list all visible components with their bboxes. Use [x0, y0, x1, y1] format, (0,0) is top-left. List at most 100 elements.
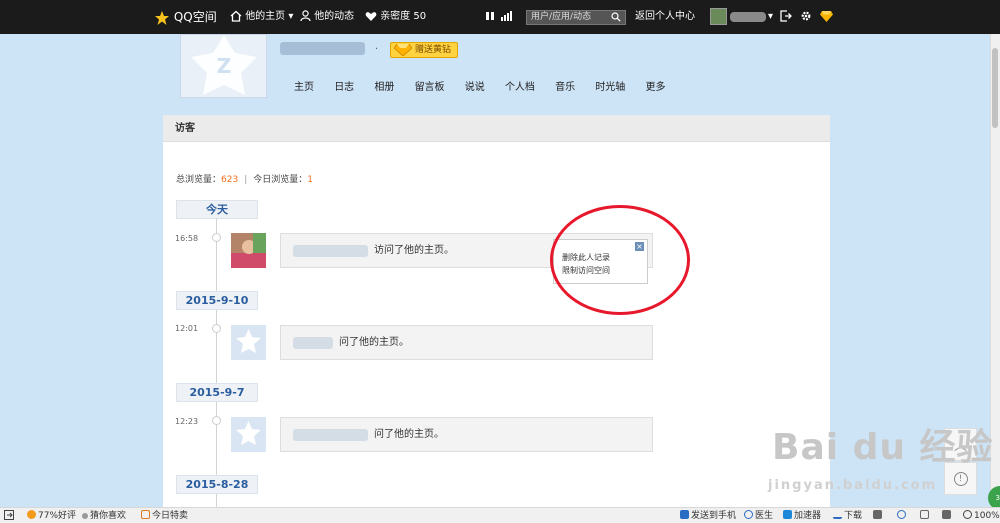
gift-vip-label: 赠送黄钻 — [415, 45, 452, 55]
qzone-logo[interactable]: QQ空间 — [154, 9, 217, 25]
home-link[interactable]: 他的主页 ▾ — [230, 9, 293, 25]
date-tag: 今天 — [176, 200, 258, 219]
top-navigation-bar: QQ空间 他的主页 ▾ 他的动态 亲密度 50 用户/应用/动态 返回个人中心 … — [0, 0, 1000, 34]
download-icon — [833, 510, 842, 519]
visit-record[interactable]: 问了他的主页。 — [280, 417, 653, 452]
diamond-icon — [820, 10, 833, 22]
ie-shape — [897, 510, 906, 519]
settings-button[interactable] — [800, 9, 812, 25]
rating-item[interactable]: 77%好评 — [27, 510, 76, 522]
guess-item[interactable]: 猜你喜欢 — [82, 510, 126, 522]
doctor-icon — [744, 510, 753, 519]
status-exit-icon[interactable] — [4, 510, 14, 523]
zoom-icon — [963, 510, 972, 519]
baidu-watermark: Bai du 经验 — [772, 427, 994, 468]
gift-vip-button[interactable]: 赠送黄钻 — [390, 42, 459, 58]
send-phone-label: 发送到手机 — [691, 511, 737, 521]
zoom-item[interactable]: 100% — [963, 510, 1000, 522]
profile-name-blurred — [280, 42, 365, 55]
dropdown-caret-icon[interactable]: ▾ — [768, 9, 773, 25]
nav-item-home[interactable]: 主页 — [294, 78, 314, 93]
scrollbar-thumb[interactable] — [992, 48, 998, 128]
dot-icon — [82, 513, 88, 519]
date-tag: 2015-9-10 — [176, 291, 258, 310]
profile-avatar[interactable]: Z — [180, 34, 267, 98]
pause-music-button[interactable] — [485, 9, 495, 25]
visitor-name-blurred — [293, 336, 333, 349]
feed-link[interactable]: 他的动态 — [300, 9, 354, 25]
visitor-avatar[interactable] — [231, 325, 266, 360]
visitor-avatar[interactable] — [231, 417, 266, 452]
nav-item-more[interactable]: 更多 — [646, 78, 666, 93]
visit-record[interactable]: 问了他的主页。 — [280, 325, 653, 360]
logout-button[interactable] — [780, 9, 792, 25]
yellow-diamond-icon — [394, 44, 412, 56]
total-views-label: 总浏览量： — [176, 175, 222, 185]
search-input[interactable]: 用户/应用/动态 — [526, 10, 626, 25]
intimacy-link[interactable]: 亲密度 50 — [365, 9, 426, 25]
visit-time: 16:58 — [175, 234, 199, 243]
view-stats: 总浏览量：623 | 今日浏览量：1 — [176, 172, 313, 185]
visitor-avatar[interactable] — [231, 233, 266, 268]
flag-icon[interactable] — [873, 510, 884, 522]
vip-diamond-button[interactable] — [820, 9, 833, 25]
timeline-dot — [212, 324, 221, 333]
deals-item[interactable]: 今日特卖 — [141, 510, 188, 522]
default-avatar-icon: Z — [191, 35, 257, 95]
username-blurred — [730, 12, 766, 22]
total-views-value: 623 — [221, 175, 239, 185]
svg-text:Z: Z — [217, 54, 232, 78]
doctor-item[interactable]: 医生 — [744, 510, 773, 522]
today-views-label: 今日浏览量： — [253, 175, 308, 185]
zoom-label: 100% — [974, 511, 1000, 521]
visitor-name-blurred — [293, 428, 368, 441]
date-tag: 2015-9-7 — [176, 383, 258, 402]
exit-icon — [4, 510, 14, 520]
timeline-dot — [212, 416, 221, 425]
caret-down-icon: ▾ — [288, 11, 294, 22]
star-icon — [155, 10, 169, 25]
search-placeholder: 用户/应用/动态 — [531, 12, 592, 22]
heart-icon — [365, 11, 377, 21]
guess-label: 猜你喜欢 — [90, 511, 127, 521]
nav-item-profile[interactable]: 个人档 — [505, 78, 535, 93]
nav-item-blog[interactable]: 日志 — [334, 78, 354, 93]
visit-text: 问了他的主页。 — [339, 337, 409, 348]
user-avatar[interactable] — [710, 8, 727, 25]
brand-name: QQ空间 — [173, 10, 217, 24]
flag-shape — [873, 510, 882, 519]
nav-item-guestbook[interactable]: 留言板 — [415, 78, 445, 93]
window-icon[interactable] — [920, 510, 931, 522]
default-avatar-icon — [231, 325, 266, 360]
nav-item-album[interactable]: 相册 — [374, 78, 394, 93]
nav-item-music[interactable]: 音乐 — [555, 78, 575, 93]
feed-label: 他的动态 — [314, 11, 355, 22]
nav-item-moments[interactable]: 说说 — [465, 78, 485, 93]
accelerator-label: 加速器 — [794, 511, 822, 521]
visit-time: 12:01 — [175, 324, 199, 333]
search-icon[interactable] — [611, 12, 621, 22]
date-tag: 2015-8-28 — [176, 475, 258, 494]
profile-navigation: 主页 日志 相册 留言板 说说 个人档 音乐 时光轴 更多 — [294, 78, 683, 93]
volume-shape — [942, 510, 951, 519]
emoji-icon — [27, 510, 36, 519]
gift-icon — [141, 510, 150, 519]
send-phone-item[interactable]: 发送到手机 — [680, 510, 736, 522]
window-shape — [920, 510, 929, 519]
download-item[interactable]: 下载 — [833, 510, 862, 522]
browser-status-bar: 77%好评 猜你喜欢 今日特卖 发送到手机 医生 加速器 下载 100% — [0, 507, 1000, 523]
back-center-link[interactable]: 返回个人中心 — [635, 9, 695, 25]
timeline-line — [216, 213, 217, 507]
visitors-panel: 访客 总浏览量：623 | 今日浏览量：1 今天 16:58 访问了他的主页。 20… — [163, 115, 830, 507]
nav-item-timeline[interactable]: 时光轴 — [595, 78, 625, 93]
info-icon: ! — [953, 471, 968, 486]
accelerator-item[interactable]: 加速器 — [783, 510, 821, 522]
signal-button[interactable] — [501, 9, 513, 25]
house-icon — [230, 10, 242, 22]
phone-icon — [680, 510, 689, 519]
stats-separator: | — [244, 175, 248, 185]
person-icon — [300, 10, 311, 22]
timeline-dot — [212, 233, 221, 242]
volume-icon[interactable] — [942, 510, 953, 522]
ie-icon[interactable] — [897, 510, 908, 522]
